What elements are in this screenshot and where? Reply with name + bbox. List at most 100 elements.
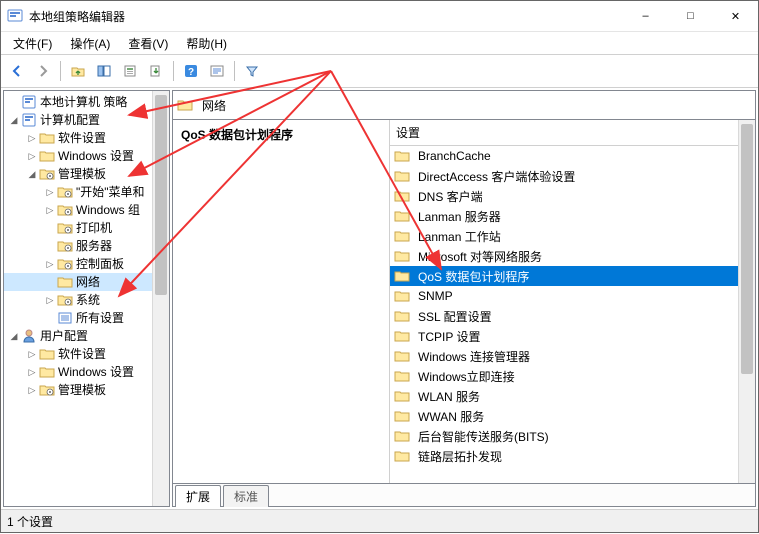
tree-item-label: 所有设置 — [76, 309, 124, 327]
tree-item-soft_settings[interactable]: ▷软件设置 — [4, 129, 169, 147]
list-item-label: Lanman 工作站 — [418, 228, 501, 245]
show-hide-tree-button[interactable] — [92, 59, 116, 83]
tree-item-printers[interactable]: 打印机 — [4, 219, 169, 237]
tree-item-system[interactable]: ▷系统 — [4, 291, 169, 309]
folder-icon — [394, 248, 410, 264]
column-header-setting[interactable]: 设置 — [390, 120, 755, 146]
folder-icon — [394, 368, 410, 384]
close-button[interactable]: ✕ — [713, 1, 758, 31]
twisty-collapsed-icon[interactable]: ▷ — [44, 294, 56, 306]
list-item-label: SSL 配置设置 — [418, 308, 492, 325]
twisty-expanded-icon[interactable]: ◢ — [26, 168, 38, 180]
options-button[interactable] — [205, 59, 229, 83]
twisty-collapsed-icon[interactable]: ▷ — [44, 204, 56, 216]
help-button[interactable]: ? — [179, 59, 203, 83]
tree-item-label: 打印机 — [76, 219, 112, 237]
tab-extended[interactable]: 扩展 — [175, 485, 221, 507]
tab-standard[interactable]: 标准 — [223, 485, 269, 507]
minimize-button[interactable]: – — [623, 1, 668, 31]
tree-item-all_settings[interactable]: 所有设置 — [4, 309, 169, 327]
tree-item-network[interactable]: 网络 — [4, 273, 169, 291]
list-item-label: Microsoft 对等网络服务 — [418, 248, 542, 265]
title-bar: 本地组策略编辑器 – □ ✕ — [1, 1, 758, 32]
list-item[interactable]: DNS 客户端 — [390, 186, 755, 206]
folder-icon — [394, 148, 410, 164]
twisty-collapsed-icon[interactable]: ▷ — [26, 366, 38, 378]
folder-icon — [57, 202, 73, 218]
list-item[interactable]: TCPIP 设置 — [390, 326, 755, 346]
list-item[interactable]: Windows 连接管理器 — [390, 346, 755, 366]
list-item[interactable]: WLAN 服务 — [390, 386, 755, 406]
tree-item-control_panel[interactable]: ▷控制面板 — [4, 255, 169, 273]
list-item[interactable]: Lanman 服务器 — [390, 206, 755, 226]
scrollbar-vertical[interactable] — [738, 120, 755, 483]
tree-item-u_win[interactable]: ▷Windows 设置 — [4, 363, 169, 381]
list-item[interactable]: BranchCache — [390, 146, 755, 166]
path-bar: 网络 — [172, 90, 756, 120]
menu-action[interactable]: 操作(A) — [62, 33, 118, 54]
back-button[interactable] — [5, 59, 29, 83]
tree-item-servers[interactable]: 服务器 — [4, 237, 169, 255]
properties-button[interactable] — [118, 59, 142, 83]
folder-icon — [394, 448, 410, 464]
tree-item-u_soft[interactable]: ▷软件设置 — [4, 345, 169, 363]
tree-item-root[interactable]: 本地计算机 策略 — [4, 93, 169, 111]
folder-icon — [394, 228, 410, 244]
export-button[interactable] — [144, 59, 168, 83]
menu-view[interactable]: 查看(V) — [120, 33, 176, 54]
twisty-collapsed-icon[interactable]: ▷ — [26, 384, 38, 396]
list-item[interactable]: QoS 数据包计划程序 — [390, 266, 755, 286]
twisty-expanded-icon[interactable]: ◢ — [8, 114, 20, 126]
list-item[interactable]: Windows立即连接 — [390, 366, 755, 386]
tree-pane[interactable]: 本地计算机 策略◢计算机配置▷软件设置▷Windows 设置◢管理模板▷"开始"… — [3, 90, 170, 507]
settings-list[interactable]: 设置 BranchCache DirectAccess 客户端体验设置 DNS 客户… — [390, 120, 755, 483]
menu-file[interactable]: 文件(F) — [5, 33, 60, 54]
tree-item-win_components[interactable]: ▷Windows 组 — [4, 201, 169, 219]
list-item[interactable]: WWAN 服务 — [390, 406, 755, 426]
svg-text:?: ? — [188, 67, 194, 78]
list-item-label: Windows 连接管理器 — [418, 348, 530, 365]
list-item-label: DirectAccess 客户端体验设置 — [418, 168, 575, 185]
tree-item-win_settings[interactable]: ▷Windows 设置 — [4, 147, 169, 165]
twisty-collapsed-icon[interactable]: ▷ — [26, 150, 38, 162]
maximize-button[interactable]: □ — [668, 1, 713, 31]
list-item[interactable]: SSL 配置设置 — [390, 306, 755, 326]
list-item-label: DNS 客户端 — [418, 188, 483, 205]
scrollbar-thumb[interactable] — [741, 124, 753, 374]
scrollbar-vertical[interactable] — [152, 91, 169, 506]
tabs-strip: 扩展 标准 — [172, 484, 756, 507]
forward-button[interactable] — [31, 59, 55, 83]
list-item[interactable]: 链路层拓扑发现 — [390, 446, 755, 466]
folder-icon — [57, 274, 73, 290]
up-one-level-button[interactable] — [66, 59, 90, 83]
twisty-collapsed-icon[interactable]: ▷ — [26, 348, 38, 360]
folder-icon — [394, 268, 410, 284]
folder-icon — [21, 328, 37, 344]
twisty-collapsed-icon[interactable]: ▷ — [26, 132, 38, 144]
list-item-label: WWAN 服务 — [418, 408, 484, 425]
tree-item-u_admin[interactable]: ▷管理模板 — [4, 381, 169, 399]
twisty-expanded-icon[interactable]: ◢ — [8, 330, 20, 342]
list-item[interactable]: SNMP — [390, 286, 755, 306]
tree-item-start_menu[interactable]: ▷"开始"菜单和 — [4, 183, 169, 201]
tree-item-computer_cfg[interactable]: ◢计算机配置 — [4, 111, 169, 129]
list-item[interactable]: Microsoft 对等网络服务 — [390, 246, 755, 266]
list-item[interactable]: Lanman 工作站 — [390, 226, 755, 246]
folder-icon — [177, 97, 193, 113]
twisty-collapsed-icon[interactable]: ▷ — [44, 258, 56, 270]
list-item[interactable]: DirectAccess 客户端体验设置 — [390, 166, 755, 186]
filter-button[interactable] — [240, 59, 264, 83]
status-text: 1 个设置 — [7, 513, 53, 530]
tree-item-user_cfg[interactable]: ◢用户配置 — [4, 327, 169, 345]
list-item[interactable]: 后台智能传送服务(BITS) — [390, 426, 755, 446]
scrollbar-thumb[interactable] — [155, 95, 167, 295]
tree-item-admin_tpl[interactable]: ◢管理模板 — [4, 165, 169, 183]
tree-item-label: 服务器 — [76, 237, 112, 255]
list-item-label: WLAN 服务 — [418, 388, 480, 405]
menu-help[interactable]: 帮助(H) — [178, 33, 235, 54]
folder-icon — [394, 328, 410, 344]
list-item-label: QoS 数据包计划程序 — [418, 268, 529, 285]
folder-icon — [39, 346, 55, 362]
detail-description-pane: QoS 数据包计划程序 — [173, 120, 390, 483]
twisty-collapsed-icon[interactable]: ▷ — [44, 186, 56, 198]
